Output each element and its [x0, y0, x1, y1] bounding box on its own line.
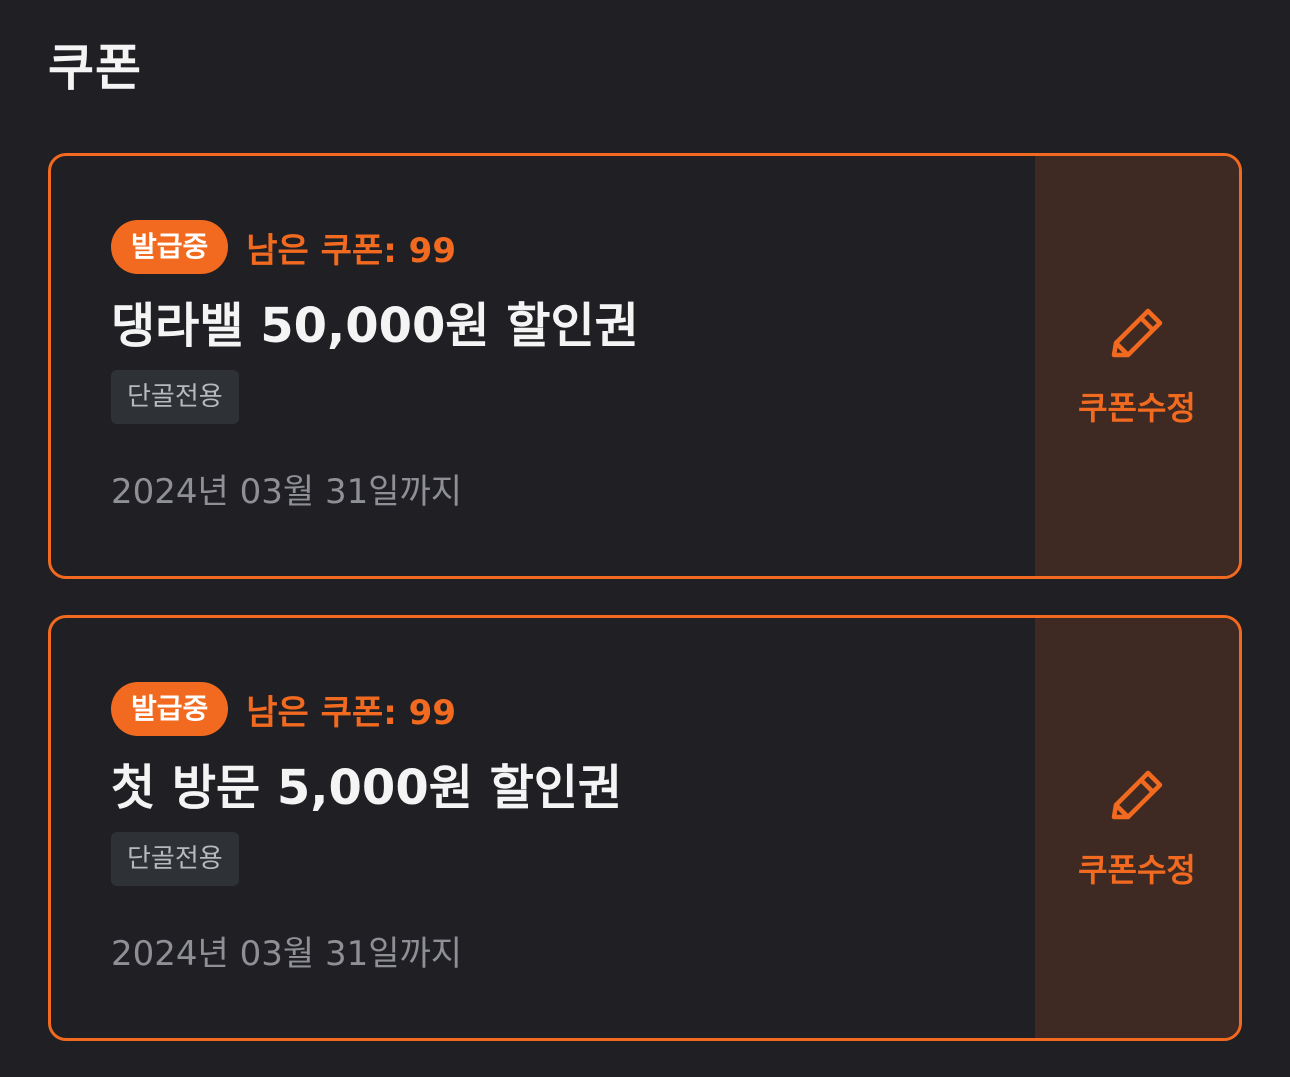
coupon-info[interactable]: 발급중 남은 쿠폰: 99 댕라밸 50,000원 할인권 단골전용 2024년…: [51, 156, 1035, 576]
remaining-count: 남은 쿠폰: 99: [246, 692, 456, 733]
coupon-name: 댕라밸 50,000원 할인권: [111, 298, 639, 354]
edit-coupon-button[interactable]: 쿠폰수정: [1035, 618, 1239, 1038]
edit-coupon-label: 쿠폰수정: [1078, 389, 1196, 427]
page-title: 쿠폰: [48, 39, 142, 97]
coupon-info[interactable]: 발급중 남은 쿠폰: 99 첫 방문 5,000원 할인권 단골전용 2024년…: [51, 618, 1035, 1038]
status-badge: 발급중: [111, 682, 229, 736]
coupon-name: 첫 방문 5,000원 할인권: [111, 760, 623, 816]
status-row: 발급중 남은 쿠폰: 99: [111, 682, 456, 736]
coupon-expiry: 2024년 03월 31일까지: [111, 934, 463, 974]
coupon-card: 발급중 남은 쿠폰: 99 첫 방문 5,000원 할인권 단골전용 2024년…: [48, 615, 1242, 1041]
pencil-icon: [1111, 308, 1163, 358]
status-row: 발급중 남은 쿠폰: 99: [111, 220, 456, 274]
remaining-count: 남은 쿠폰: 99: [246, 230, 456, 271]
status-badge: 발급중: [111, 220, 229, 274]
edit-coupon-label: 쿠폰수정: [1078, 851, 1196, 889]
coupon-tag: 단골전용: [111, 832, 239, 886]
coupon-tag: 단골전용: [111, 370, 239, 424]
pencil-icon: [1111, 770, 1163, 820]
coupon-card: 발급중 남은 쿠폰: 99 댕라밸 50,000원 할인권 단골전용 2024년…: [48, 153, 1242, 579]
coupon-list: 발급중 남은 쿠폰: 99 댕라밸 50,000원 할인권 단골전용 2024년…: [48, 153, 1242, 1077]
edit-coupon-button[interactable]: 쿠폰수정: [1035, 156, 1239, 576]
coupon-expiry: 2024년 03월 31일까지: [111, 472, 463, 512]
